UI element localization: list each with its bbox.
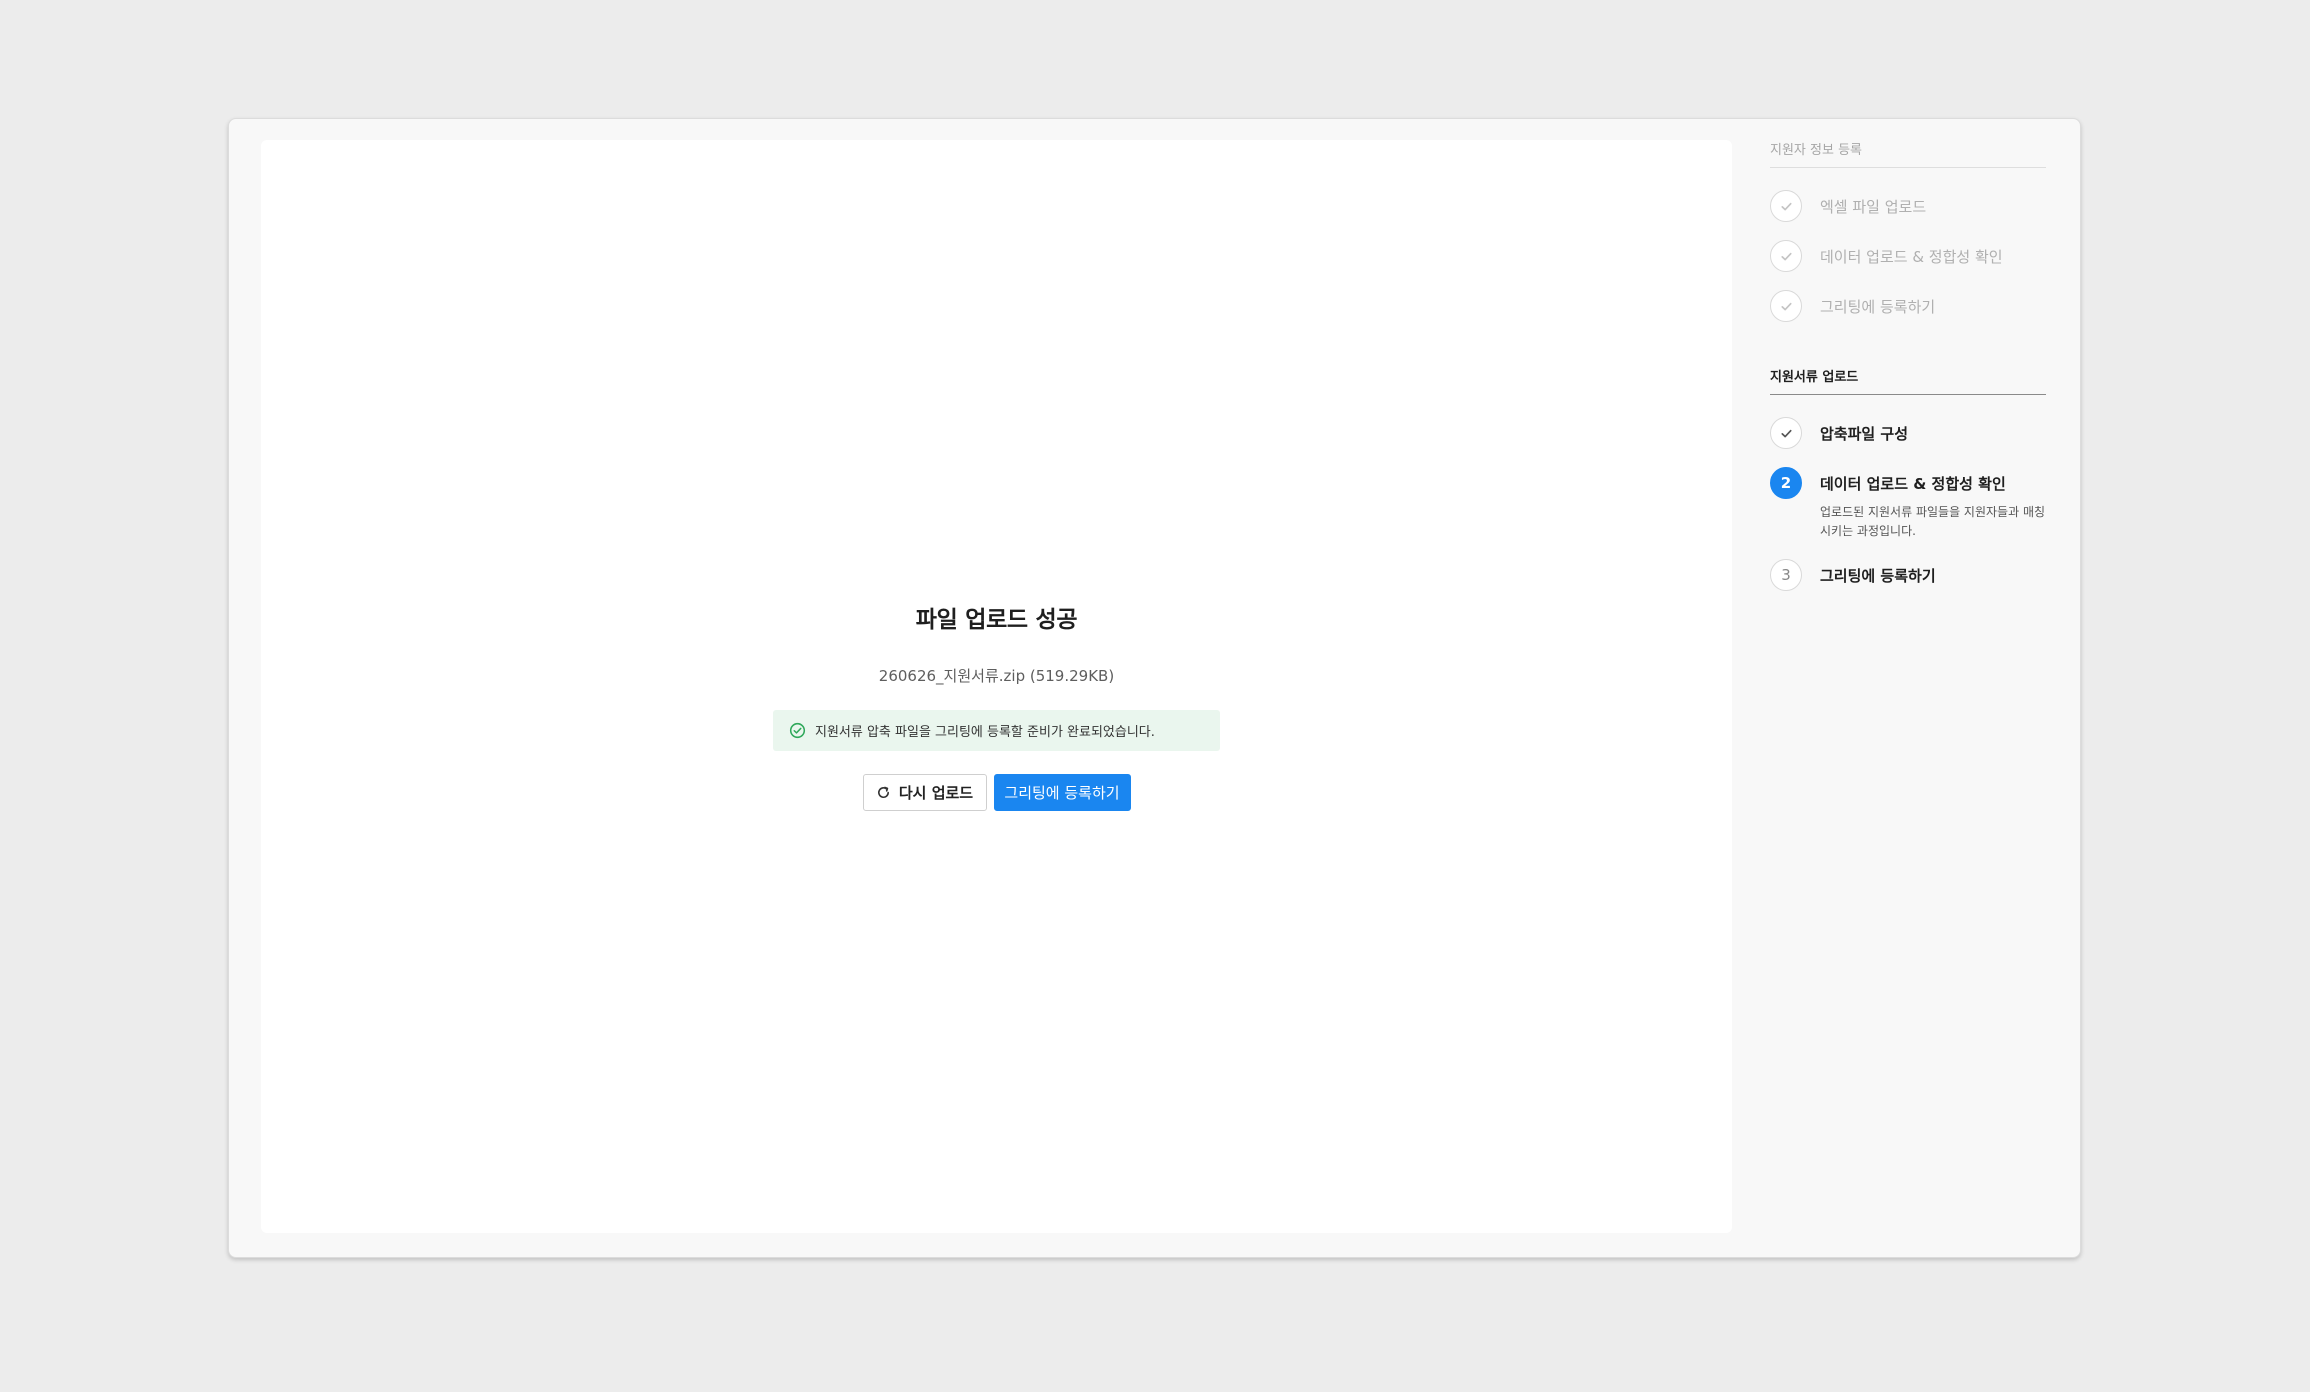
success-alert: 지원서류 압축 파일을 그리팅에 등록할 준비가 완료되었습니다. (773, 710, 1220, 751)
upload-result: 파일 업로드 성공 260626_지원서류.zip (519.29KB) 지원서… (261, 600, 1732, 811)
step-register: 그리팅에 등록하기 (1770, 290, 2046, 322)
step-label: 엑셀 파일 업로드 (1820, 198, 1927, 216)
checkmark-icon (1780, 252, 1792, 260)
section-title-document-upload: 지원서류 업로드 (1770, 366, 2046, 395)
uploaded-file-info: 260626_지원서류.zip (519.29KB) (878, 667, 1115, 685)
step-done-mark (1770, 290, 1802, 322)
step-label: 그리팅에 등록하기 (1820, 298, 1936, 316)
step-compress-file: 압축파일 구성 (1770, 417, 2046, 449)
step-label: 압축파일 구성 (1820, 425, 1909, 443)
step-excel-upload: 엑셀 파일 업로드 (1770, 190, 2046, 222)
step-label: 데이터 업로드 & 정합성 확인 (1820, 475, 2006, 493)
step-done-mark (1770, 240, 1802, 272)
action-buttons: 다시 업로드 그리팅에 등록하기 (862, 774, 1131, 811)
checkmark-icon (1780, 429, 1792, 437)
section-applicant-info: 지원자 정보 등록 엑셀 파일 업로드 데이터 업로드 & 정합성 확인 그리팅… (1770, 139, 2046, 322)
step-number-badge: 3 (1770, 559, 1802, 591)
app-window: 파일 업로드 성공 260626_지원서류.zip (519.29KB) 지원서… (228, 118, 2081, 1258)
retry-upload-button[interactable]: 다시 업로드 (862, 774, 987, 811)
step-number-badge: 2 (1770, 467, 1802, 499)
step-label: 그리팅에 등록하기 (1820, 567, 1936, 585)
refresh-icon (877, 786, 889, 798)
section-title-applicant-info: 지원자 정보 등록 (1770, 139, 2046, 168)
step-register-pending: 3 그리팅에 등록하기 (1770, 559, 2046, 591)
step-done-mark (1770, 417, 1802, 449)
upload-result-panel: 파일 업로드 성공 260626_지원서류.zip (519.29KB) 지원서… (261, 140, 1732, 1233)
check-circle-icon (789, 722, 806, 739)
step-data-verify-current: 2 데이터 업로드 & 정합성 확인 업로드된 지원서류 파일들을 지원자들과 … (1770, 467, 2046, 541)
step-data-verify: 데이터 업로드 & 정합성 확인 (1770, 240, 2046, 272)
step-description: 업로드된 지원서류 파일들을 지원자들과 매칭시키는 과정입니다. (1820, 505, 2046, 538)
register-to-greeting-button[interactable]: 그리팅에 등록하기 (993, 774, 1131, 811)
section-document-upload: 지원서류 업로드 압축파일 구성 2 데이터 업로드 & 정합성 확인 업로드된… (1770, 366, 2046, 591)
retry-upload-label: 다시 업로드 (898, 784, 974, 802)
success-alert-text: 지원서류 압축 파일을 그리팅에 등록할 준비가 완료되었습니다. (815, 725, 1155, 740)
step-done-mark (1770, 190, 1802, 222)
step-label: 데이터 업로드 & 정합성 확인 (1820, 248, 2003, 266)
checkmark-icon (1780, 302, 1792, 310)
page-title: 파일 업로드 성공 (915, 607, 1078, 633)
checkmark-icon (1780, 202, 1792, 210)
